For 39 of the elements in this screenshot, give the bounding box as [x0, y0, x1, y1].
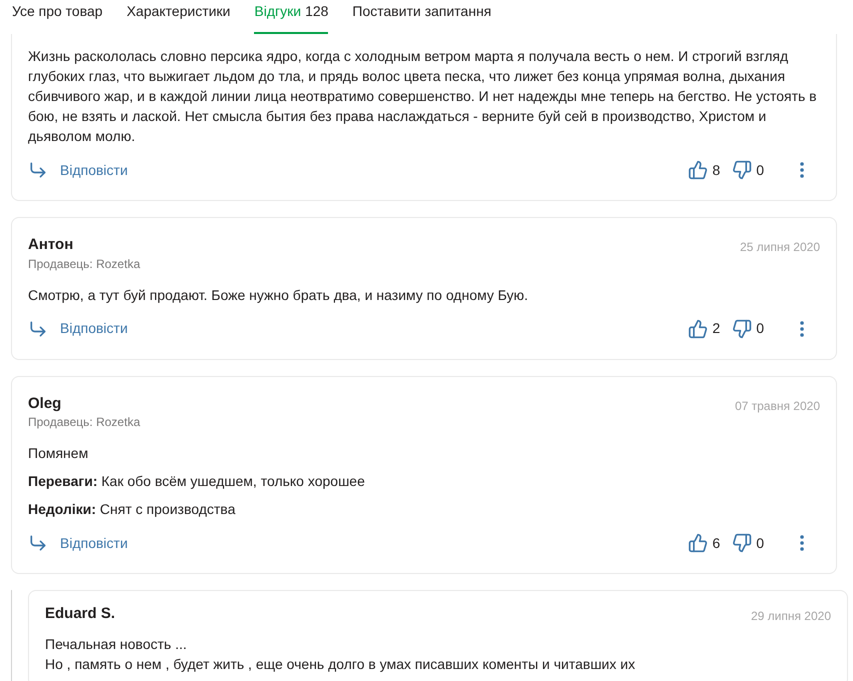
tab[interactable]: Поставити запитання	[352, 0, 492, 34]
review-text: Помянем	[28, 444, 90, 463]
reply-button[interactable]: Відповісти	[28, 318, 128, 339]
thumbs-down-icon	[732, 533, 752, 553]
more-icon	[800, 320, 804, 336]
review-text: Недоліки: Снят с производства	[28, 500, 236, 519]
author-name: Антон	[28, 235, 74, 255]
reply-arrow-icon	[28, 160, 48, 180]
thumbs-up-icon	[688, 318, 708, 338]
tab[interactable]: Характеристики	[126, 0, 230, 34]
author-name: Oleg	[28, 394, 62, 414]
review-text: Переваги: Как обо всём ушедшем, только хорошее	[28, 472, 366, 491]
thumbs-up-icon	[688, 533, 708, 553]
author-name: Eduard S.	[45, 604, 116, 624]
more-icon	[800, 535, 804, 551]
review-text: Печальная новость ...	[45, 634, 188, 654]
reply-button[interactable]: Відповісти	[28, 160, 128, 180]
thumbs-down-icon	[732, 318, 752, 338]
reply-button[interactable]: Відповісти	[28, 532, 128, 554]
thumbs-up-icon	[688, 160, 708, 180]
like-button[interactable]: 2	[688, 318, 720, 339]
review-date: 29 липня 2020	[750, 608, 831, 625]
tab[interactable]: Усе про товар	[12, 0, 103, 34]
like-button[interactable]: 8	[688, 160, 720, 180]
seller-label: Продавець: Rozetka	[28, 414, 140, 431]
like-button[interactable]: 6	[688, 532, 720, 554]
review-date: 25 липня 2020	[740, 239, 820, 256]
seller-label: Продавець: Rozetka	[28, 256, 140, 272]
review-text: Смотрю, а тут буй продают. Боже нужно брать два, и назиму по одному Бую.	[28, 286, 530, 304]
review-text: Жизнь раскололась словно персика ядро, когда с холодным ветром марта я получала весть о нем. И строгий взгляд глубоких глаз, что выжигает льдом до тла, и прядь волос цвета песка, что лижет без конца упрямая волна, дыхания сбивчивого жар, и в каждой линии лица неотвратимо совершенство. И нет надежды мне теперь на бегство. Не устоять в бою, не взять и лаской. Нет смысла бытия без права наслаждаться - верните буй сей в производство, Христом и дьяволом молю.	[28, 47, 818, 146]
dislike-button[interactable]: 0	[732, 532, 764, 554]
more-icon	[800, 162, 804, 178]
review-date: 07 травня 2020	[734, 398, 820, 414]
thumbs-down-icon	[732, 160, 752, 180]
reply-arrow-icon	[28, 318, 48, 338]
dislike-button[interactable]: 0	[732, 318, 764, 339]
dislike-button[interactable]: 0	[732, 160, 764, 180]
review-text: Но , память о нем , будет жить , еще очень долго в умах писавших коменты и читавших их	[45, 654, 636, 674]
reply-arrow-icon	[28, 533, 48, 553]
